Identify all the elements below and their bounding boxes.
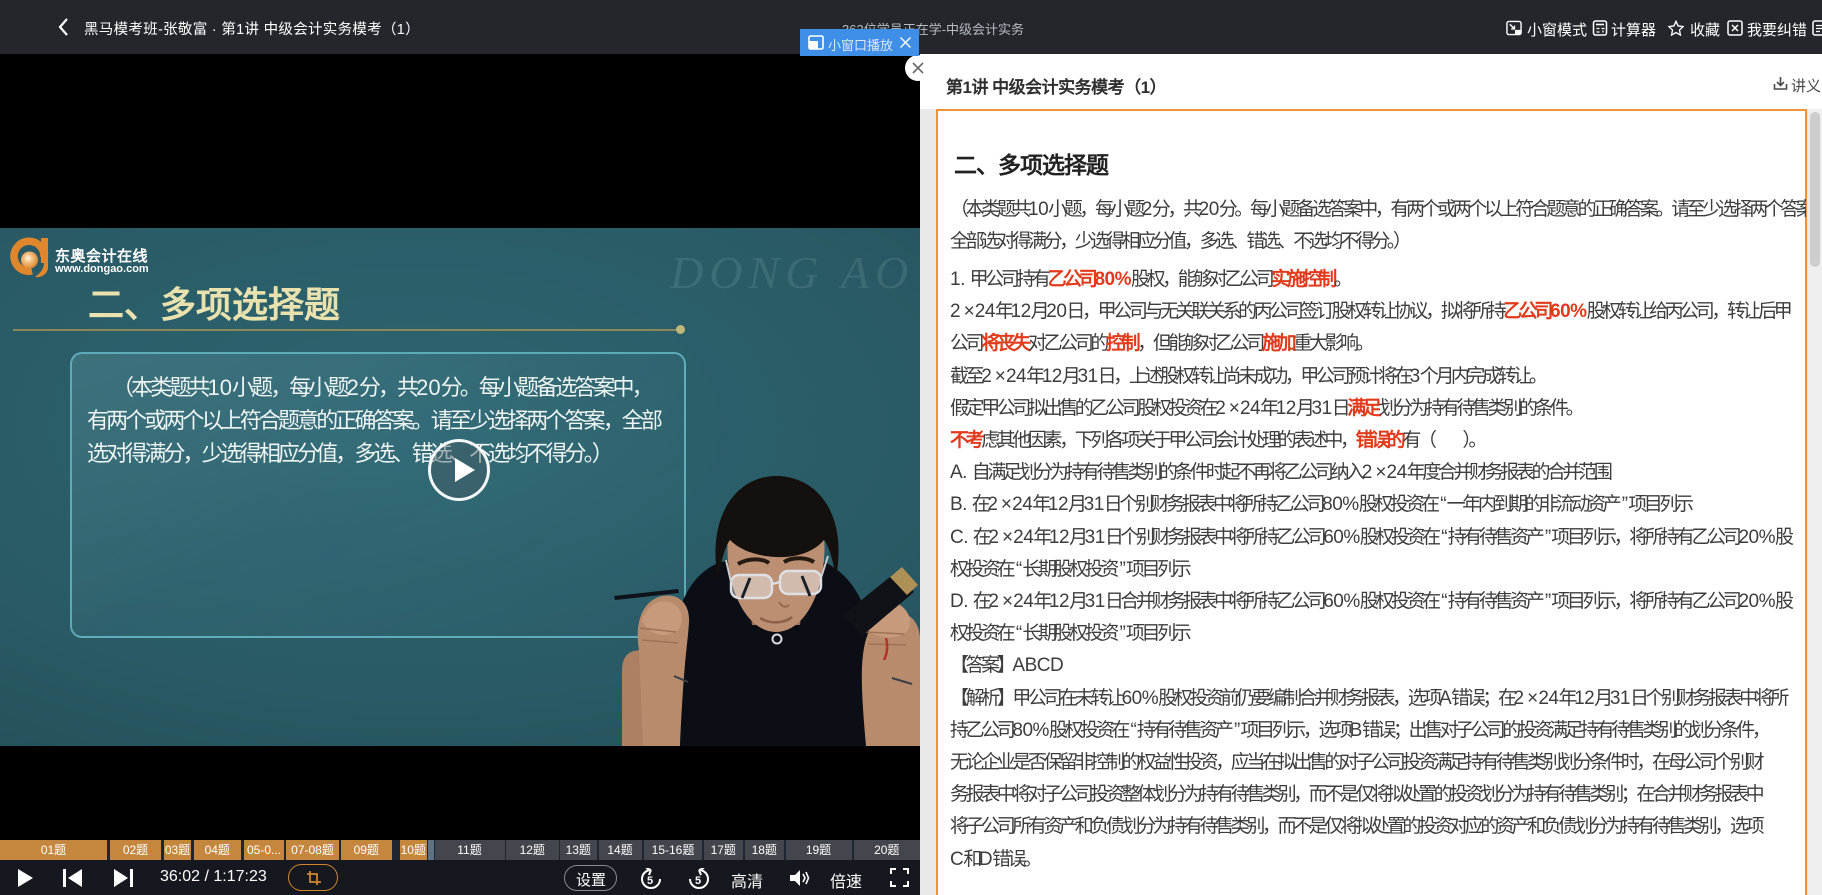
svg-text:5: 5 [695, 875, 701, 887]
svg-text:5: 5 [647, 875, 653, 887]
